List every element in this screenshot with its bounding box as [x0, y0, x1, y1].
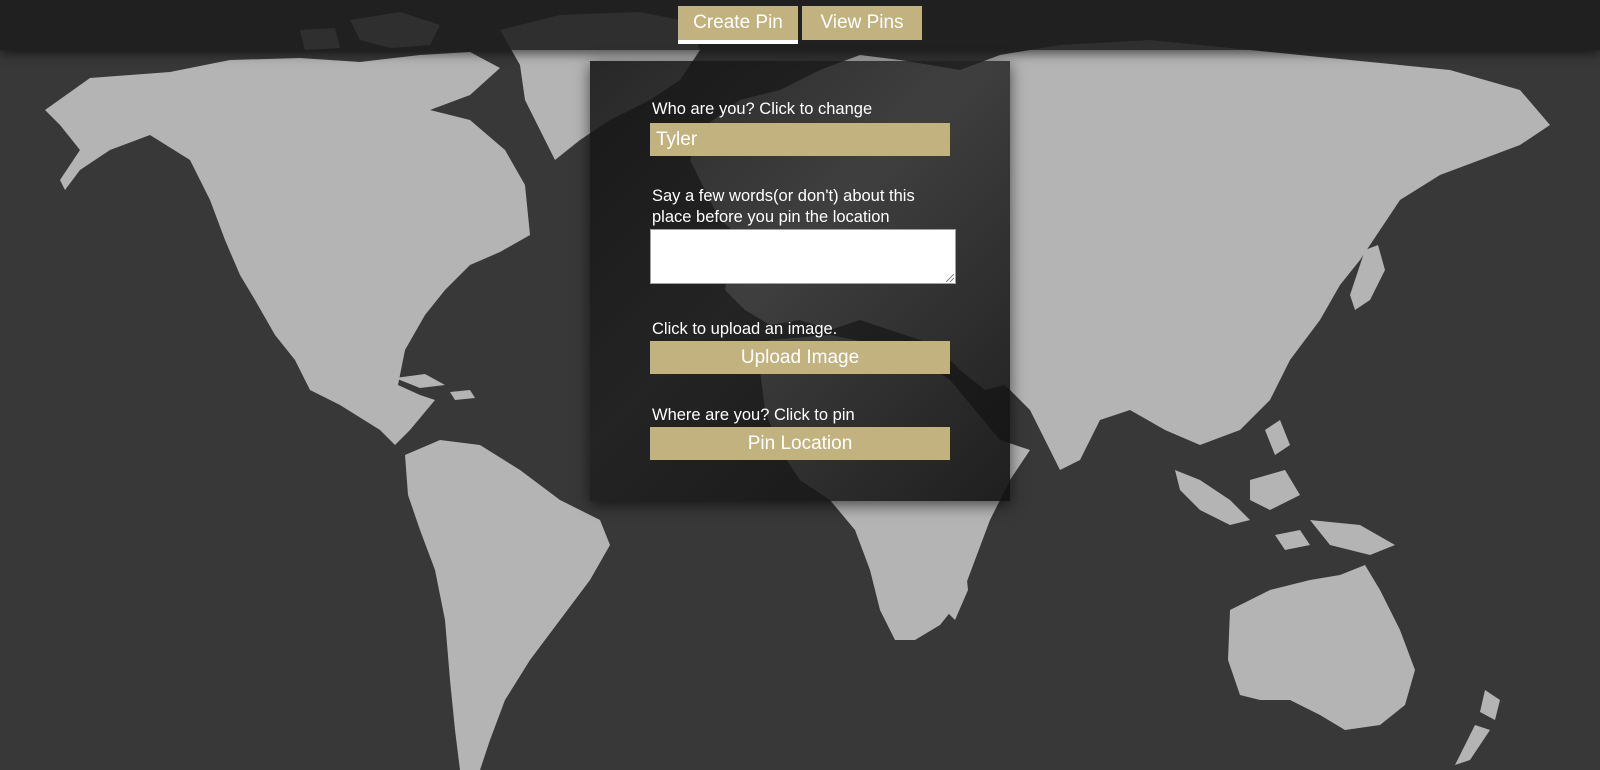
create-pin-panel: Who are you? Click to change Tyler Say a…: [590, 61, 1010, 501]
place-note-textarea[interactable]: [650, 229, 956, 284]
about-label: Say a few words(or don't) about this pla…: [652, 187, 915, 226]
north-america-landmass: [45, 52, 530, 445]
new-zealand-landmass: [1455, 690, 1500, 765]
tab-create-pin[interactable]: Create Pin: [678, 6, 798, 44]
name-field[interactable]: Tyler: [650, 123, 950, 156]
name-label: Who are you? Click to change: [652, 100, 873, 118]
australia-landmass: [1228, 565, 1415, 730]
tab-view-pins[interactable]: View Pins: [802, 6, 922, 40]
pin-location-button[interactable]: Pin Location: [650, 427, 950, 460]
pin-label: Where are you? Click to pin: [652, 406, 855, 424]
resize-grip-icon[interactable]: [946, 274, 954, 282]
upload-image-button[interactable]: Upload Image: [650, 341, 950, 374]
upload-label: Click to upload an image.: [652, 320, 838, 338]
south-america-landmass: [405, 440, 610, 770]
top-nav-bar: Create Pin View Pins: [0, 0, 1600, 50]
